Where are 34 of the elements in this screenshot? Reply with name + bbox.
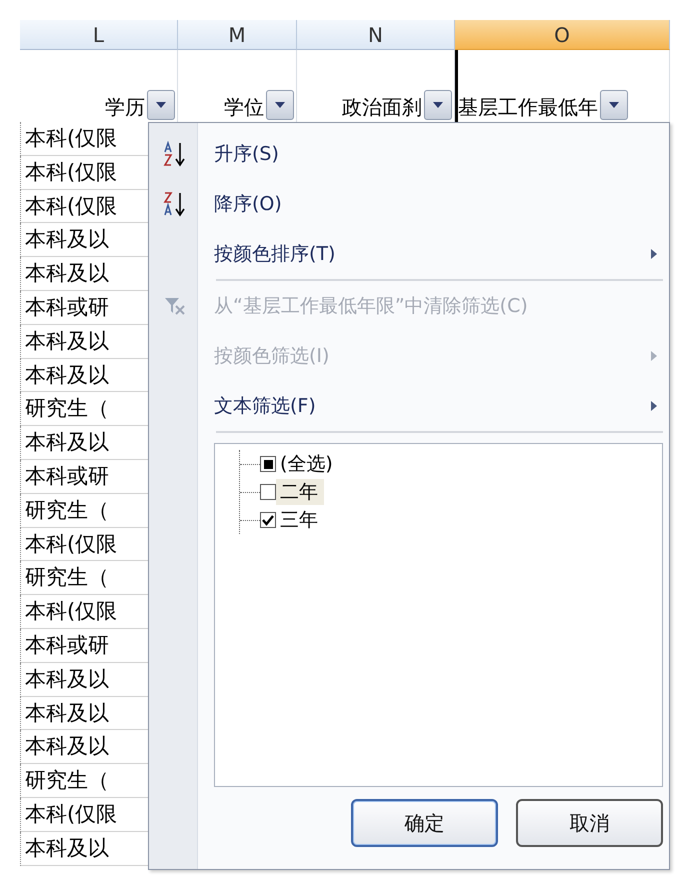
dropdown-icon <box>609 102 619 108</box>
sort-ascending-icon <box>163 141 187 167</box>
cancel-button[interactable]: 取消 <box>516 799 663 847</box>
header-cell: 政治面刹 <box>342 94 422 120</box>
filter-dropdown-button[interactable] <box>600 90 628 120</box>
checkbox-label[interactable]: (全选) <box>276 451 339 477</box>
dropdown-icon <box>275 102 285 108</box>
header-cell: 学位 <box>224 94 264 120</box>
sort-descending-icon <box>163 191 187 217</box>
submenu-arrow-icon <box>651 351 657 361</box>
filter-dropdown-button[interactable] <box>424 90 452 120</box>
menu-item[interactable]: 降序(O) <box>152 179 663 229</box>
checkbox[interactable] <box>260 456 276 472</box>
submenu-arrow-icon <box>651 401 657 411</box>
header-cell: 基层工作最低年 <box>458 94 598 120</box>
clear-filter-icon <box>164 296 186 316</box>
menu-item[interactable]: 升序(S) <box>152 129 663 179</box>
checkbox[interactable] <box>260 512 276 528</box>
ok-button[interactable]: 确定 <box>351 799 498 847</box>
column-header[interactable]: N <box>297 20 455 50</box>
checkbox-label[interactable]: 三年 <box>276 507 324 533</box>
dropdown-icon <box>156 102 166 108</box>
checkbox[interactable] <box>260 484 276 500</box>
header-cell: 学历 <box>105 94 145 120</box>
menu-item[interactable]: 文本筛选(F) <box>152 381 663 431</box>
filter-dropdown-button[interactable] <box>147 90 175 120</box>
menu-item[interactable]: 按颜色排序(T) <box>152 229 663 279</box>
column-header[interactable]: L <box>20 20 178 50</box>
dropdown-icon <box>433 102 443 108</box>
filter-dropdown-button[interactable] <box>266 90 294 120</box>
column-header[interactable]: M <box>178 20 297 50</box>
checkbox-label[interactable]: 二年 <box>276 479 324 505</box>
submenu-arrow-icon <box>651 249 657 259</box>
column-header[interactable]: O <box>455 20 670 50</box>
